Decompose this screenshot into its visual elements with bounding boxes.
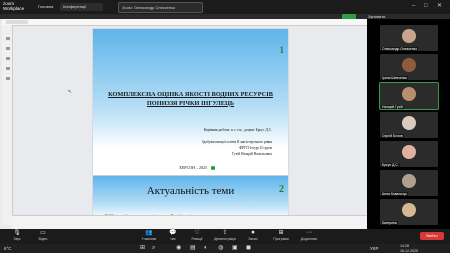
avatar bbox=[402, 116, 416, 130]
participant-tile[interactable]: Сергій Бєлов bbox=[380, 112, 438, 138]
leave-button[interactable]: Вийти bbox=[420, 232, 444, 240]
slide-title: КОМПЛЕКСНА ОЦІНКА ЯКОСТІ ВОДНИХ РЕСУРСІВ… bbox=[108, 91, 273, 107]
participant-tile[interactable]: Брєус Д.С. bbox=[380, 141, 438, 167]
ppt-toolbar bbox=[2, 19, 367, 26]
minimize-button[interactable]: – bbox=[412, 3, 415, 10]
audio-label: Звук bbox=[13, 237, 21, 241]
avatar bbox=[402, 29, 416, 43]
avatar bbox=[402, 145, 416, 159]
panel-icon[interactable] bbox=[6, 57, 10, 60]
camera-icon: ▭ bbox=[40, 230, 46, 236]
panel-icon[interactable] bbox=[6, 77, 10, 80]
chat-button[interactable]: 💬 Чат bbox=[160, 229, 186, 241]
share-label: Демонстрація bbox=[214, 237, 236, 241]
record-icon: ⏺ bbox=[251, 230, 255, 236]
participant-name: Ірина Шевченко bbox=[381, 76, 408, 80]
windows-start-icon[interactable]: ⊞ bbox=[140, 244, 145, 253]
participant-name: Анна Ковальчук bbox=[381, 192, 408, 196]
tab-conference[interactable]: Конференції bbox=[60, 3, 103, 11]
share-button[interactable]: ⇪ Демонстрація bbox=[212, 229, 238, 241]
participant-tile[interactable]: Олександр Олексенко bbox=[380, 25, 438, 51]
ppt-status-bar bbox=[12, 215, 367, 229]
participant-name: Сергій Бєлов bbox=[381, 134, 404, 138]
browser-icon[interactable]: ◉ bbox=[176, 244, 181, 253]
close-button[interactable]: ✕ bbox=[437, 3, 442, 10]
more-dots-icon: ⋯ bbox=[306, 230, 312, 236]
participant-name: Брєус Д.С. bbox=[381, 163, 400, 167]
heart-icon: ♡ bbox=[194, 230, 200, 236]
share-screen-icon: ⇪ bbox=[222, 230, 228, 236]
participants-panel: Олександр Олексенко Ірина Шевченко Назар… bbox=[370, 19, 450, 229]
date-text: 16.12.2025 bbox=[400, 248, 418, 253]
participant-tile-active[interactable]: Назарій Гузій bbox=[379, 82, 439, 110]
language-indicator[interactable]: УКР bbox=[370, 244, 378, 253]
record-label: Запис bbox=[248, 237, 258, 241]
clock[interactable]: 14:28 16.12.2025 bbox=[400, 244, 418, 253]
video-label: Відео bbox=[38, 237, 48, 241]
avatar bbox=[402, 58, 416, 72]
participants-button[interactable]: 👥 Учасники bbox=[136, 229, 162, 241]
avatar bbox=[402, 87, 416, 101]
participant-tile[interactable]: Катерина bbox=[380, 199, 438, 225]
applicant-text: Здобувач вищої освіти ІІ магістерського … bbox=[201, 140, 272, 144]
microphone-muted-icon: 🎙 bbox=[13, 230, 21, 236]
apps-icon: ⊞ bbox=[278, 230, 284, 236]
mouse-cursor-icon: ↖ bbox=[68, 89, 73, 95]
participant-tile[interactable]: Ірина Шевченко bbox=[380, 54, 438, 80]
zoom-icon[interactable]: ◼ bbox=[246, 244, 251, 253]
meeting-title[interactable]: Зоом: Олександр Олексенко bbox=[118, 2, 203, 13]
maximize-button[interactable]: □ bbox=[424, 3, 428, 10]
tab-home[interactable]: Головна bbox=[38, 3, 60, 11]
supervisor-text: Керівник роботи: к.с.-г.н., доцент Брєус… bbox=[203, 128, 272, 132]
panel-icon[interactable] bbox=[6, 67, 10, 70]
slide-title: Актуальність теми bbox=[146, 185, 235, 197]
zoom-logo: zoom Workplace bbox=[3, 1, 24, 11]
slide-1[interactable]: 1 КОМПЛЕКСНА ОЦІНКА ЯКОСТІ ВОДНИХ РЕСУРС… bbox=[93, 29, 288, 175]
search-icon[interactable]: ⌕ bbox=[152, 244, 155, 253]
panel-icon[interactable] bbox=[6, 37, 10, 40]
chat-icon: 💬 bbox=[169, 230, 177, 236]
reactions-button[interactable]: ♡ Реакції bbox=[184, 229, 210, 241]
panel-icon[interactable] bbox=[6, 47, 10, 50]
audio-button[interactable]: 🎙 Звук bbox=[4, 229, 30, 241]
participants-label: Учасники bbox=[141, 237, 157, 241]
windows-taskbar bbox=[0, 244, 450, 253]
ppt-left-panel bbox=[2, 25, 13, 225]
edge-icon[interactable]: ◐ bbox=[204, 244, 208, 253]
avatar bbox=[402, 203, 416, 217]
ppt-tab[interactable] bbox=[6, 20, 28, 24]
powerpoint-icon[interactable]: ▣ bbox=[232, 244, 238, 253]
people-icon: 👥 bbox=[145, 230, 153, 236]
reactions-label: Реакції bbox=[191, 237, 203, 241]
avatar bbox=[402, 174, 416, 188]
logo-subtext: Workplace bbox=[3, 6, 25, 11]
shared-screen: ↖ 1 КОМПЛЕКСНА ОЦІНКА ЯКОСТІ ВОДНИХ РЕСУ… bbox=[0, 19, 367, 229]
title-bar: zoom Workplace Головна Конференції Зоом:… bbox=[0, 0, 450, 14]
chat-label: Чат bbox=[170, 237, 176, 241]
weather-widget[interactable]: 6°C bbox=[4, 244, 12, 253]
applicant-group-text: ФРГП 6 курс ІІ група bbox=[239, 146, 272, 150]
apps-button[interactable]: ⊞ Програми bbox=[268, 229, 294, 241]
folder-icon[interactable]: ▤ bbox=[190, 244, 196, 253]
slide-number: 1 bbox=[279, 45, 285, 55]
more-button[interactable]: ⋯ Додатково bbox=[296, 229, 322, 241]
participant-tile[interactable]: Анна Ковальчук bbox=[380, 170, 438, 196]
participant-name: Олександр Олексенко bbox=[381, 47, 419, 51]
applicant-name-text: Гузій Назарій Васильович bbox=[232, 152, 272, 156]
slide-number: 2 bbox=[279, 184, 284, 195]
apps-label: Програми bbox=[273, 237, 289, 241]
participant-name: Назарій Гузій bbox=[381, 105, 404, 109]
more-label: Додатково bbox=[300, 237, 318, 241]
record-button[interactable]: ⏺ Запис bbox=[240, 229, 266, 241]
video-button[interactable]: ▭ Відео bbox=[30, 229, 56, 241]
green-dot-icon bbox=[211, 166, 215, 170]
participant-name: Катерина bbox=[381, 221, 398, 225]
chrome-icon[interactable]: ◍ bbox=[218, 244, 223, 253]
